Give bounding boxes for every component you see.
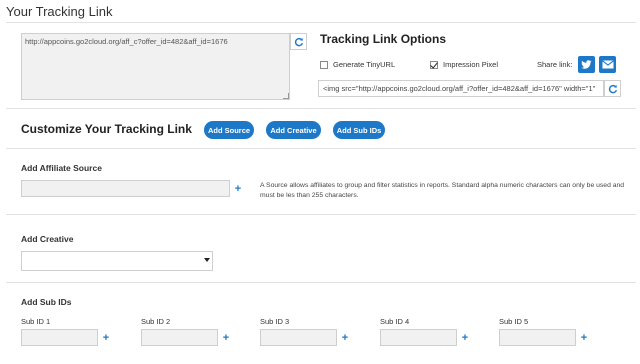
resize-handle[interactable]	[283, 93, 289, 99]
generate-tinyurl-label: Generate TinyURL	[333, 60, 396, 69]
sub-id-1-label: Sub ID 1	[21, 317, 51, 326]
plus-icon: +	[102, 331, 110, 344]
divider	[6, 108, 636, 109]
add-sub-id-5-button[interactable]: +	[575, 329, 592, 346]
twitter-icon	[581, 59, 592, 69]
generate-tinyurl-checkbox[interactable]	[320, 61, 328, 69]
customize-title: Customize Your Tracking Link	[21, 122, 192, 136]
add-affiliate-source-button[interactable]: +	[229, 180, 246, 197]
plus-icon: +	[234, 182, 242, 195]
add-creative-button[interactable]: Add Creative	[266, 121, 321, 139]
share-twitter-button[interactable]	[578, 56, 595, 73]
creative-label: Add Creative	[21, 234, 74, 244]
plus-icon: +	[222, 331, 230, 344]
sub-id-2-label: Sub ID 2	[141, 317, 171, 326]
impression-pixel-checkbox[interactable]	[430, 61, 438, 69]
divider	[6, 214, 636, 215]
add-sub-id-3-button[interactable]: +	[336, 329, 353, 346]
affiliate-source-input[interactable]	[21, 180, 246, 197]
sub-id-5-label: Sub ID 5	[499, 317, 529, 326]
creative-select[interactable]	[21, 251, 213, 271]
add-sub-id-4-button[interactable]: +	[456, 329, 473, 346]
divider	[6, 148, 636, 149]
plus-icon: +	[580, 331, 588, 344]
page-title: Your Tracking Link	[6, 4, 113, 19]
chevron-down-icon	[204, 258, 210, 262]
refresh-icon	[294, 37, 303, 46]
sub-ids-label: Add Sub IDs	[21, 297, 72, 307]
impression-pixel-code-field[interactable]: <img src="http://appcoins.go2cloud.org/a…	[318, 80, 604, 97]
refresh-pixel-button[interactable]	[604, 80, 621, 97]
email-icon	[601, 60, 614, 69]
sub-id-4-label: Sub ID 4	[380, 317, 410, 326]
add-sub-id-2-button[interactable]: +	[217, 329, 234, 346]
share-link-label: Share link:	[537, 60, 573, 69]
share-email-button[interactable]	[599, 56, 616, 73]
add-sub-ids-button[interactable]: Add Sub IDs	[333, 121, 385, 139]
sub-id-3-label: Sub ID 3	[260, 317, 290, 326]
tracking-link-url: http://appcoins.go2cloud.org/aff_c?offer…	[25, 37, 228, 46]
tracking-link-options-title: Tracking Link Options	[320, 32, 447, 46]
affiliate-source-label: Add Affiliate Source	[21, 163, 102, 173]
add-sub-id-1-button[interactable]: +	[97, 329, 114, 346]
divider	[6, 282, 636, 283]
plus-icon: +	[461, 331, 469, 344]
refresh-link-button[interactable]	[290, 33, 307, 50]
plus-icon: +	[341, 331, 349, 344]
refresh-icon	[608, 84, 617, 93]
divider	[6, 22, 636, 23]
impression-pixel-label: Impression Pixel	[443, 60, 499, 69]
affiliate-source-help: A Source allows affiliates to group and …	[260, 182, 625, 199]
add-source-button[interactable]: Add Source	[204, 121, 254, 139]
